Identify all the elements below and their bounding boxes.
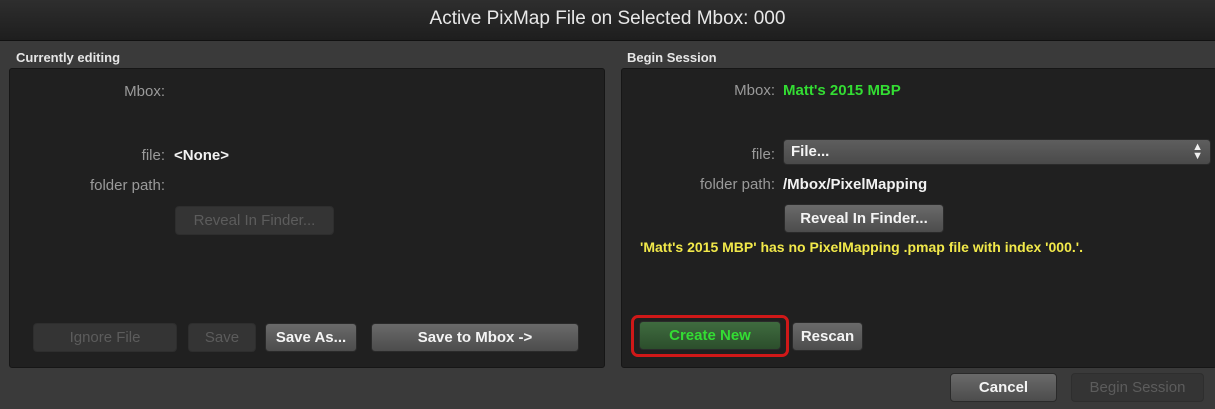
ignore-file-button[interactable]: Ignore File (33, 323, 177, 352)
session-mbox-value: Matt's 2015 MBP (783, 82, 901, 99)
window-title: Active PixMap File on Selected Mbox: 000 (429, 8, 786, 29)
rescan-button[interactable]: Rescan (792, 322, 863, 351)
file-label: file: (141, 147, 165, 164)
title-bar: Active PixMap File on Selected Mbox: 000 (0, 0, 1215, 41)
save-to-mbox-button[interactable]: Save to Mbox -> (371, 323, 579, 352)
session-file-label: file: (751, 146, 775, 163)
file-select-value: File... (791, 143, 830, 160)
currently-editing-panel: Mbox: file: <None> folder path: Reveal I… (9, 68, 605, 368)
folder-path-label: folder path: (89, 177, 165, 194)
file-select[interactable]: File... ▲ ▼ (783, 139, 1211, 165)
session-mbox-label: Mbox: (734, 82, 775, 99)
create-new-button[interactable]: Create New (639, 321, 781, 350)
save-button[interactable]: Save (188, 323, 256, 352)
begin-session-label: Begin Session (627, 50, 717, 65)
cancel-button[interactable]: Cancel (950, 373, 1057, 402)
session-folder-path-label: folder path: (699, 176, 775, 193)
mbox-label: Mbox: (124, 83, 165, 100)
session-folder-path-value: /Mbox/PixelMapping (783, 176, 928, 193)
reveal-in-finder-button[interactable]: Reveal In Finder... (175, 206, 334, 235)
currently-editing-label: Currently editing (16, 50, 121, 65)
begin-session-button[interactable]: Begin Session (1071, 373, 1204, 402)
updown-chevron-icon: ▲ ▼ (1192, 141, 1203, 162)
save-as-button[interactable]: Save As... (265, 323, 357, 352)
session-reveal-in-finder-button[interactable]: Reveal In Finder... (784, 204, 944, 233)
missing-pmap-warning: 'Matt's 2015 MBP' has no PixelMapping .p… (640, 239, 1083, 255)
file-value: <None> (174, 147, 230, 164)
